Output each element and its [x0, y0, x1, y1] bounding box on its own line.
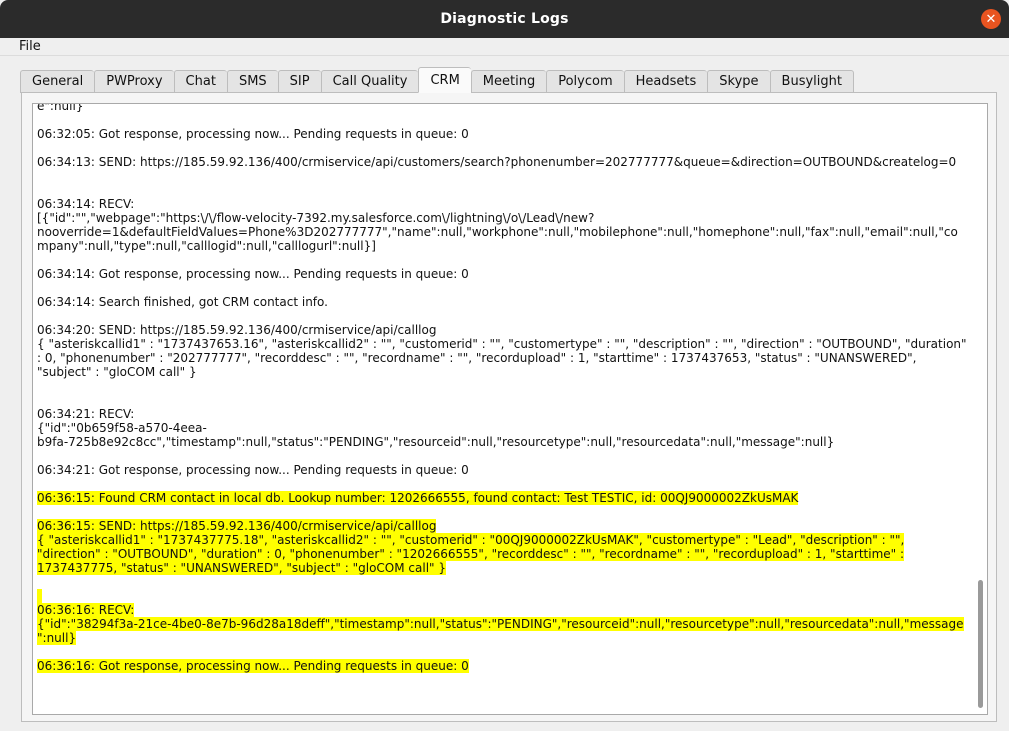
- vertical-scrollbar[interactable]: [974, 104, 986, 714]
- log-entry-text: 06:34:21: Got response, processing now..…: [37, 463, 469, 477]
- log-entry: 06:36:15: Found CRM contact in local db.…: [37, 491, 967, 505]
- log-entry-text: 06:36:16: RECV: {"id":"38294f3a-21ce-4be…: [37, 603, 964, 645]
- tab-crm[interactable]: CRM: [418, 67, 471, 93]
- log-entry: 06:34:14: RECV: [{"id":"","webpage":"htt…: [37, 197, 967, 253]
- log-entry: e":null}: [37, 103, 967, 113]
- log-entry: 06:34:14: Got response, processing now..…: [37, 267, 967, 281]
- window-title: Diagnostic Logs: [440, 11, 569, 27]
- tab-sms[interactable]: SMS: [226, 70, 278, 93]
- log-entry-text: 06:34:14: RECV: [{"id":"","webpage":"htt…: [37, 197, 958, 253]
- log-entry-text: e":null}: [37, 103, 84, 113]
- tab-general[interactable]: General: [20, 70, 95, 93]
- scrollbar-thumb[interactable]: [978, 580, 983, 708]
- log-entry: 06:34:13: SEND: https://185.59.92.136/40…: [37, 155, 967, 169]
- log-entry-text: 06:34:14: Got response, processing now..…: [37, 267, 469, 281]
- title-bar: Diagnostic Logs ✕: [0, 0, 1009, 38]
- close-button[interactable]: ✕: [981, 9, 1001, 29]
- log-entry: 06:36:16: RECV: {"id":"38294f3a-21ce-4be…: [37, 603, 967, 645]
- log-entry-text: 06:34:13: SEND: https://185.59.92.136/40…: [37, 155, 957, 169]
- tab-call-quality[interactable]: Call Quality: [320, 70, 419, 93]
- tab-sip[interactable]: SIP: [277, 70, 321, 93]
- tab-panel: e":null} 06:32:05: Got response, processi…: [21, 92, 997, 722]
- log-entry-text: 06:34:20: SEND: https://185.59.92.136/40…: [37, 323, 967, 379]
- log-entry-text: 06:36:15: SEND: https://185.59.92.136/40…: [37, 519, 905, 575]
- log-entry-text: 06:34:21: RECV: {"id":"0b659f58-a570-4ee…: [37, 407, 835, 449]
- log-entry: 06:34:14: Search finished, got CRM conta…: [37, 295, 967, 309]
- log-entry: 06:32:05: Got response, processing now..…: [37, 127, 967, 141]
- menu-file[interactable]: File: [19, 39, 41, 54]
- tab-headsets[interactable]: Headsets: [623, 70, 708, 93]
- log-entry-text: 06:36:15: Found CRM contact in local db.…: [37, 491, 799, 505]
- tab-pwproxy[interactable]: PWProxy: [94, 70, 174, 93]
- log-blank-line: [37, 393, 967, 407]
- log-entry-text: 06:32:05: Got response, processing now..…: [37, 127, 469, 141]
- tab-bar: General PWProxy Chat SMS SIP Call Quality CRM M…: [20, 67, 854, 93]
- tab-skype[interactable]: Skype: [707, 70, 770, 93]
- close-icon: ✕: [985, 11, 997, 27]
- log-blank-line: [37, 589, 967, 603]
- log-view[interactable]: e":null} 06:32:05: Got response, processi…: [32, 103, 988, 715]
- log-entry: 06:36:15: SEND: https://185.59.92.136/40…: [37, 519, 967, 575]
- log-entry-text: 06:36:16: Got response, processing now..…: [37, 659, 469, 673]
- log-entry: 06:36:16: Got response, processing now..…: [37, 659, 967, 673]
- log-entry: 06:34:21: Got response, processing now..…: [37, 463, 967, 477]
- log-entry: 06:34:20: SEND: https://185.59.92.136/40…: [37, 323, 967, 379]
- log-entry: 06:34:21: RECV: {"id":"0b659f58-a570-4ee…: [37, 407, 967, 449]
- tab-busylight[interactable]: Busylight: [769, 70, 854, 93]
- tab-chat[interactable]: Chat: [173, 70, 227, 93]
- log-text: e":null} 06:32:05: Got response, processi…: [37, 103, 967, 687]
- tab-meeting[interactable]: Meeting: [470, 70, 547, 93]
- tab-polycom[interactable]: Polycom: [546, 70, 624, 93]
- log-blank-line: [37, 183, 967, 197]
- menu-bar: File: [0, 38, 1009, 56]
- log-entry-text: 06:34:14: Search finished, got CRM conta…: [37, 295, 328, 309]
